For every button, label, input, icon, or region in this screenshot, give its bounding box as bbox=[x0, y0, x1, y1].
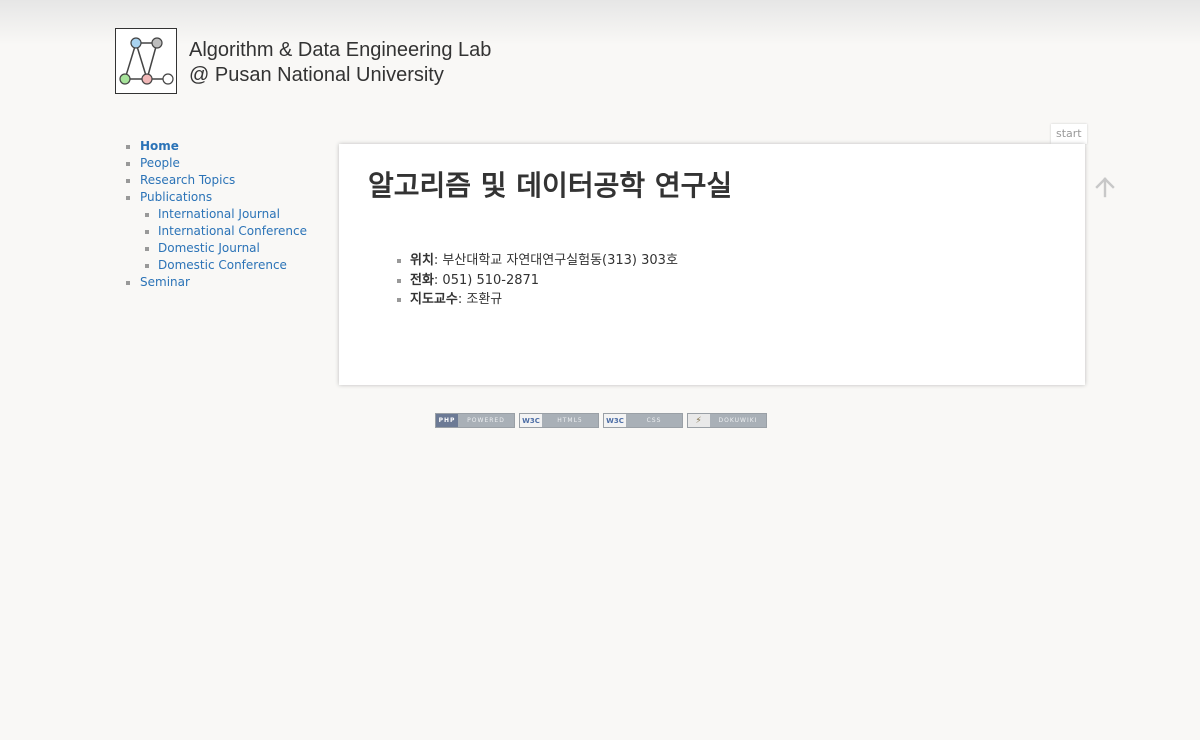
sidebar-item-international-conference: International Conference bbox=[123, 223, 323, 240]
footer-badges: PHP POWERED W3C HTML5 W3C CSS ⚡ DOKUWIKI bbox=[435, 413, 767, 428]
php-badge-right: POWERED bbox=[458, 414, 514, 427]
sidebar-item-international-journal: International Journal bbox=[123, 206, 323, 223]
sidebar-link-seminar[interactable]: Seminar bbox=[140, 275, 190, 289]
site-title[interactable]: Algorithm & Data Engineering Lab @ Pusan… bbox=[189, 38, 491, 88]
back-to-top-button[interactable] bbox=[1093, 174, 1117, 200]
php-badge-left: PHP bbox=[436, 414, 458, 427]
sidebar-link-home[interactable]: Home bbox=[140, 139, 179, 153]
page-content: 알고리즘 및 데이터공학 연구실 위치: 부산대학교 자연대연구실험동(313)… bbox=[339, 144, 1085, 385]
info-key-advisor: 지도교수 bbox=[410, 292, 458, 307]
lab-info-list: 위치: 부산대학교 자연대연구실험동(313) 303호 전화: 051) 51… bbox=[397, 251, 678, 310]
sidebar-link-research-topics[interactable]: Research Topics bbox=[140, 173, 235, 187]
sidebar-item-people: People bbox=[123, 155, 323, 172]
sidebar-link-international-journal[interactable]: International Journal bbox=[158, 207, 280, 221]
w3c-html5-badge-left: W3C bbox=[520, 414, 542, 427]
sidebar-link-people[interactable]: People bbox=[140, 156, 180, 170]
site-header: Algorithm & Data Engineering Lab @ Pusan… bbox=[115, 28, 491, 94]
site-title-line-1[interactable]: Algorithm & Data Engineering Lab bbox=[189, 38, 491, 63]
info-key-location: 위치 bbox=[410, 253, 434, 268]
sidebar-item-domestic-journal: Domestic Journal bbox=[123, 240, 323, 257]
dokuwiki-icon: ⚡ bbox=[688, 414, 710, 427]
dokuwiki-badge[interactable]: ⚡ DOKUWIKI bbox=[687, 413, 767, 428]
w3c-html5-badge[interactable]: W3C HTML5 bbox=[519, 413, 599, 428]
sidebar-item-publications: Publications bbox=[123, 189, 323, 206]
w3c-css-badge[interactable]: W3C CSS bbox=[603, 413, 683, 428]
w3c-css-badge-right: CSS bbox=[626, 414, 682, 427]
info-item-location: 위치: 부산대학교 자연대연구실험동(313) 303호 bbox=[397, 251, 678, 271]
site-title-line-2[interactable]: @ Pusan National University bbox=[189, 63, 491, 88]
sidebar-link-international-conference[interactable]: International Conference bbox=[158, 224, 307, 238]
sidebar-link-domestic-conference[interactable]: Domestic Conference bbox=[158, 258, 287, 272]
info-item-phone: 전화: 051) 510-2871 bbox=[397, 271, 678, 291]
w3c-css-badge-left: W3C bbox=[604, 414, 626, 427]
sidebar-item-home: Home bbox=[123, 138, 323, 155]
sidebar-item-seminar: Seminar bbox=[123, 274, 323, 291]
sidebar-item-domestic-conference: Domestic Conference bbox=[123, 257, 323, 274]
dokuwiki-badge-right: DOKUWIKI bbox=[710, 414, 766, 427]
info-value-location: : 부산대학교 자연대연구실험동(313) 303호 bbox=[433, 253, 678, 268]
info-key-phone: 전화 bbox=[410, 272, 434, 288]
page-title: 알고리즘 및 데이터공학 연구실 bbox=[368, 169, 733, 202]
info-item-advisor: 지도교수: 조환규 bbox=[397, 290, 678, 310]
sidebar-link-publications[interactable]: Publications bbox=[140, 190, 212, 204]
page-id-tab: start bbox=[1051, 124, 1087, 144]
sidebar-link-domestic-journal[interactable]: Domestic Journal bbox=[158, 241, 260, 255]
sidebar-nav: Home People Research Topics Publications… bbox=[123, 138, 323, 291]
php-powered-badge[interactable]: PHP POWERED bbox=[435, 413, 515, 428]
graph-logo-icon[interactable] bbox=[115, 28, 177, 94]
info-value-advisor: : 조환규 bbox=[457, 292, 503, 307]
arrow-up-icon bbox=[1095, 177, 1115, 198]
sidebar-item-research-topics: Research Topics bbox=[123, 172, 323, 189]
w3c-html5-badge-right: HTML5 bbox=[542, 414, 598, 427]
info-value-phone: : 051) 510-2871 bbox=[433, 272, 540, 288]
